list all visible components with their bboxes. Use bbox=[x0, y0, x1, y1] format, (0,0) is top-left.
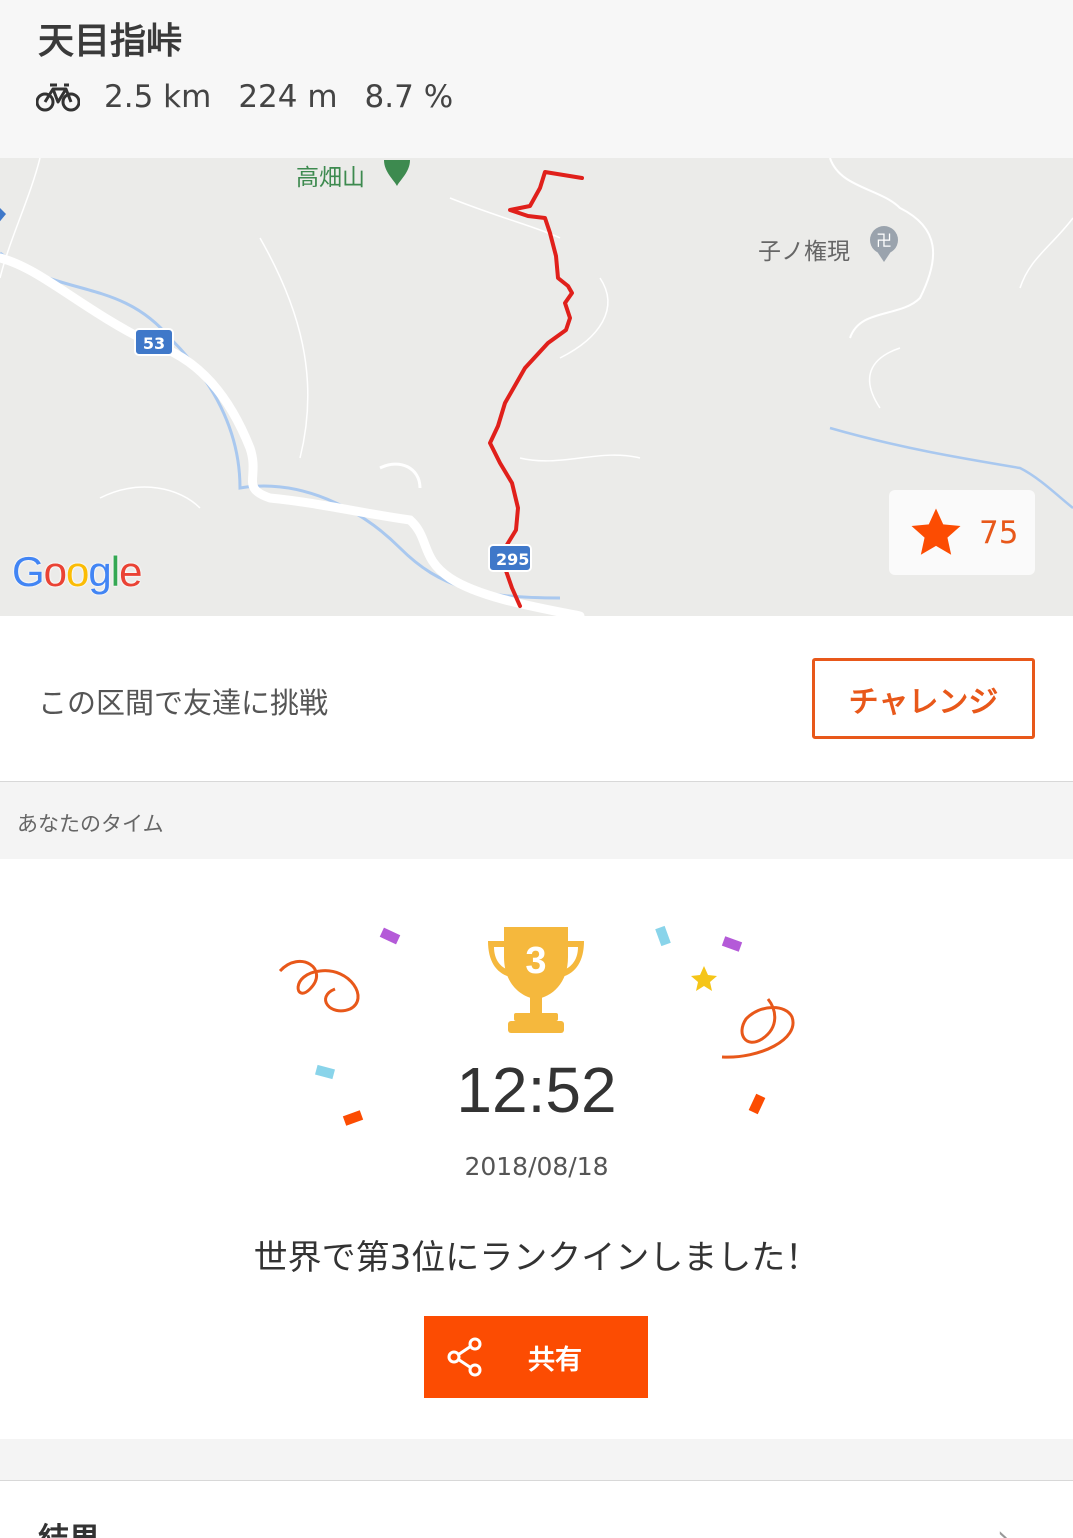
elapsed-time: 12:52 bbox=[456, 1054, 617, 1126]
segment-name: 天目指峠 bbox=[38, 21, 183, 62]
your-time-card: 3 12:52 2018/08/18 世界で第3位にランクインしました！ 共有 bbox=[0, 859, 1073, 1439]
segment-map[interactable]: 卍 高畑山 子ノ権現 53 295 Google 75 bbox=[0, 158, 1073, 616]
effort-date: 2018/08/18 bbox=[464, 1152, 609, 1181]
route-295-shield: 295 bbox=[488, 544, 532, 572]
grade-value: 8.7 % bbox=[364, 79, 454, 115]
mountain-pin-icon bbox=[384, 160, 410, 186]
svg-text:卍: 卍 bbox=[876, 231, 892, 250]
shrine-pin-icon: 卍 bbox=[870, 226, 898, 262]
bike-icon bbox=[36, 83, 80, 112]
segment-stats: 2.5 km 224 m 8.7 % bbox=[36, 76, 480, 118]
route-53-shield: 53 bbox=[134, 328, 174, 356]
challenge-button[interactable]: チャレンジ bbox=[812, 658, 1035, 739]
star-segment-button[interactable]: 75 bbox=[889, 490, 1035, 575]
star-count: 75 bbox=[979, 514, 1019, 551]
google-logo: Google bbox=[12, 548, 142, 595]
section-divider bbox=[0, 1439, 1073, 1481]
elevation-value: 224 m bbox=[238, 79, 338, 115]
star-icon bbox=[911, 508, 961, 555]
challenge-prompt: この区間で友達に挑戦 bbox=[38, 686, 329, 720]
trophy-icon: 3 bbox=[488, 927, 584, 1033]
results-row[interactable]: 結果 › bbox=[0, 1482, 1073, 1538]
chevron-right-icon: › bbox=[997, 1520, 1009, 1538]
share-button[interactable]: 共有 bbox=[424, 1316, 648, 1398]
rank-message: 世界で第3位にランクインしました！ bbox=[253, 1238, 820, 1278]
share-label: 共有 bbox=[528, 1344, 582, 1376]
poi-mountain-label[interactable]: 高畑山 bbox=[296, 158, 365, 192]
rank-badge: 3 bbox=[525, 940, 546, 982]
challenge-row: この区間で友達に挑戦 チャレンジ bbox=[0, 616, 1073, 782]
share-icon bbox=[447, 1337, 482, 1377]
segment-header: 天目指峠 2.5 km 224 m 8.7 % bbox=[0, 0, 1073, 158]
section-title: あなたのタイム bbox=[17, 812, 164, 836]
your-time-section-header: あなたのタイム bbox=[0, 782, 1073, 859]
results-label: 結果 bbox=[38, 1514, 100, 1538]
poi-shrine-label[interactable]: 子ノ権現 bbox=[758, 232, 850, 266]
distance-value: 2.5 km bbox=[104, 79, 212, 115]
